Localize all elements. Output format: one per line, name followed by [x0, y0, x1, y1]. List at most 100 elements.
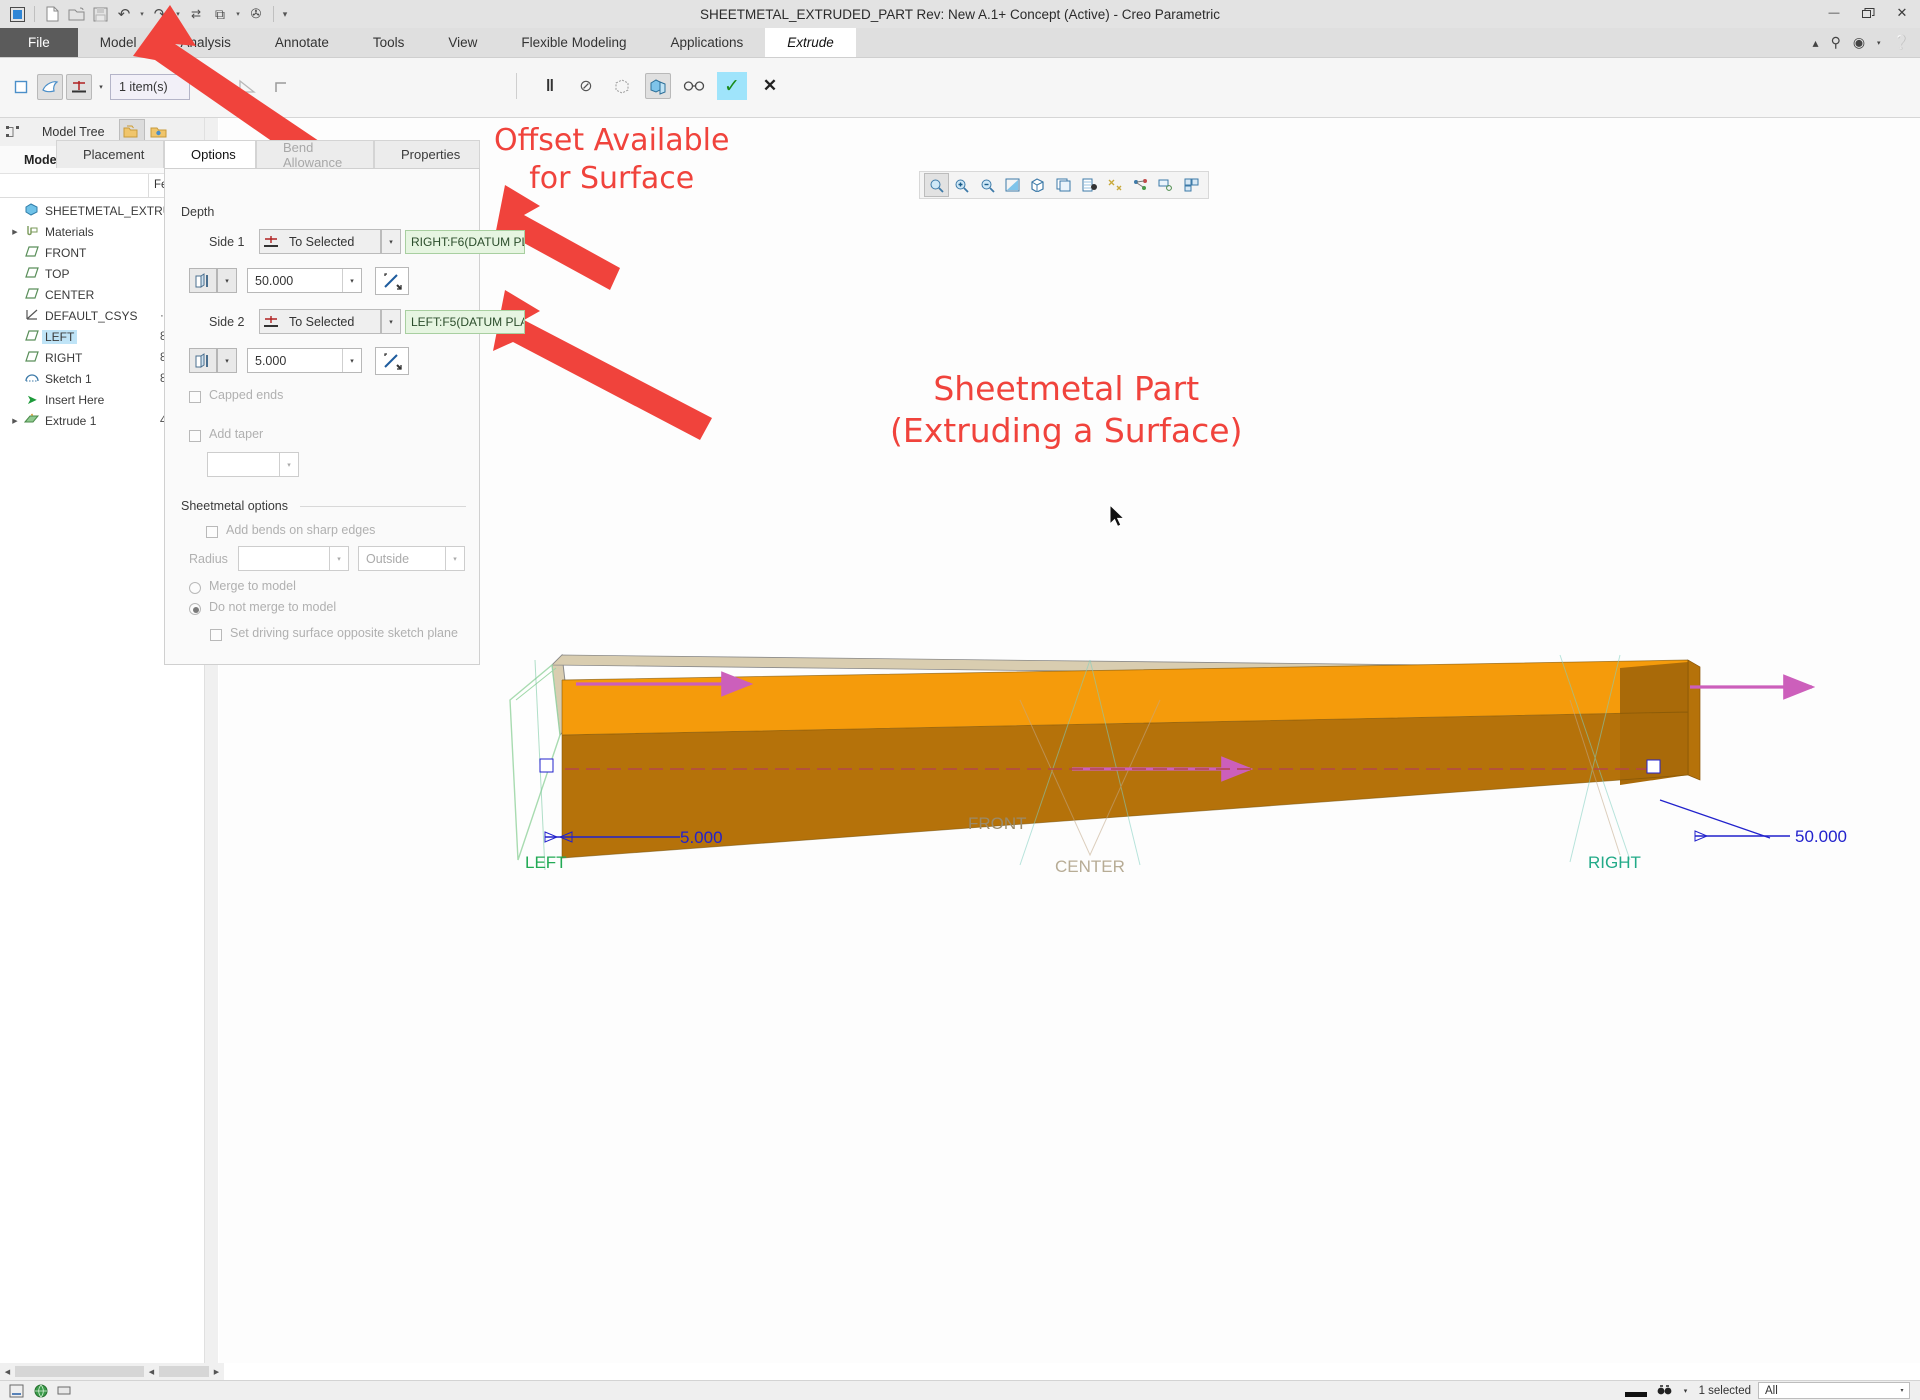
graphics-toolbar[interactable]: [919, 171, 1209, 199]
chevron-down-icon[interactable]: ▾: [342, 349, 361, 372]
save-icon[interactable]: [89, 3, 111, 25]
chevron-down-icon[interactable]: ▾: [382, 230, 400, 253]
annotation-display-icon[interactable]: [1128, 173, 1153, 197]
merge-to-model-radio[interactable]: [189, 582, 201, 594]
status-left-group[interactable]: [0, 1382, 73, 1399]
depth-caret-icon[interactable]: ▾: [95, 83, 107, 91]
side2-flip-button[interactable]: [375, 347, 409, 375]
ribbon-tab-annotate[interactable]: Annotate: [253, 28, 351, 57]
side1-depth-value-combo[interactable]: 50.000 ▾: [247, 268, 362, 293]
side1-depth-mode-caret[interactable]: ▾: [381, 229, 401, 254]
tree-secondary-scrollbar[interactable]: ◀ ▶: [144, 1363, 224, 1380]
side2-depth-mode-caret[interactable]: ▾: [381, 309, 401, 334]
chevron-down-icon[interactable]: ▾: [342, 269, 361, 292]
ribbon-tab-strip[interactable]: File Model Analysis Annotate Tools View …: [0, 28, 1920, 58]
chevron-down-icon[interactable]: ▾: [279, 453, 298, 476]
side1-offset-button[interactable]: [189, 268, 217, 293]
window-caret-icon[interactable]: ▾: [233, 10, 243, 18]
tree-twisty-expand[interactable]: ▶: [8, 228, 22, 236]
help-icon[interactable]: ❔: [1893, 34, 1910, 51]
regenerate-icon[interactable]: ⇄: [185, 3, 207, 25]
globe-icon[interactable]: [32, 1382, 49, 1399]
tab-options[interactable]: Options: [164, 140, 256, 168]
pause-button[interactable]: ‖: [537, 73, 563, 99]
chevron-down-icon[interactable]: ▾: [225, 277, 229, 285]
selection-filter-combo[interactable]: All ▾: [1758, 1382, 1910, 1399]
refit-icon[interactable]: [924, 173, 949, 197]
side1-offset-caret[interactable]: ▾: [217, 268, 237, 293]
set-driving-surface-checkbox[interactable]: [210, 629, 222, 641]
side2-reference-box[interactable]: LEFT:F5(DATUM PLANE): [405, 310, 525, 334]
side1-depth-mode-combo[interactable]: To Selected: [259, 229, 381, 254]
scroll-track-2[interactable]: [159, 1366, 209, 1377]
ribbon-tab-file[interactable]: File: [0, 28, 78, 57]
help-center-icon[interactable]: ◉: [1853, 34, 1865, 51]
undo-icon[interactable]: ↶: [113, 3, 135, 25]
close-window-icon[interactable]: ✇: [245, 3, 267, 25]
thicken-sketch-button[interactable]: [268, 74, 294, 100]
side2-offset-caret[interactable]: ▾: [217, 348, 237, 373]
preview-feature-button[interactable]: [645, 73, 671, 99]
radius-value-combo[interactable]: ▾: [238, 546, 349, 571]
redo-caret-icon[interactable]: ▾: [173, 10, 183, 18]
open-icon[interactable]: [65, 3, 87, 25]
tree-twisty-expand[interactable]: ▶: [8, 417, 22, 425]
side1-flip-button[interactable]: [375, 267, 409, 295]
scroll-right-icon-2[interactable]: ▶: [209, 1364, 224, 1379]
search-caret-icon[interactable]: ▾: [1680, 1382, 1692, 1399]
surface-type-button[interactable]: [37, 74, 63, 100]
glasses-preview-button[interactable]: [681, 73, 707, 99]
radius-side-combo[interactable]: Outside ▾: [358, 546, 465, 571]
side2-depth-mode-combo[interactable]: To Selected: [259, 309, 381, 334]
ribbon-collapse-icon[interactable]: ▴: [1813, 36, 1819, 50]
datum-display-icon[interactable]: [1103, 173, 1128, 197]
search-icon[interactable]: [1656, 1382, 1673, 1399]
taper-value-combo[interactable]: ▾: [207, 452, 299, 477]
reference-field[interactable]: 1 item(s): [110, 74, 190, 100]
do-not-merge-radio[interactable]: [189, 603, 201, 615]
accept-button[interactable]: ✓: [717, 72, 747, 100]
qat-overflow-icon[interactable]: ▾: [280, 9, 290, 20]
depth-to-selected-button[interactable]: [66, 74, 92, 100]
chevron-down-icon[interactable]: ▾: [329, 547, 348, 570]
redo-icon[interactable]: ↷: [149, 3, 171, 25]
repaint-icon[interactable]: [1001, 173, 1026, 197]
tab-bend-allowance[interactable]: Bend Allowance: [256, 140, 374, 170]
ribbon-help-group[interactable]: ▴ ⚲ ◉ ▾ ❔: [1813, 28, 1920, 57]
chevron-down-icon[interactable]: ▾: [445, 547, 464, 570]
new-icon[interactable]: [41, 3, 63, 25]
remove-material-button[interactable]: [234, 74, 260, 100]
solid-type-button[interactable]: [8, 74, 34, 100]
window-controls[interactable]: — ✕: [1824, 3, 1912, 23]
model-status-icon[interactable]: [8, 1382, 25, 1399]
capped-ends-checkbox[interactable]: [189, 391, 201, 403]
minimize-button[interactable]: —: [1824, 3, 1844, 23]
ribbon-tab-view[interactable]: View: [426, 28, 499, 57]
undo-caret-icon[interactable]: ▾: [137, 10, 147, 18]
spin-center-icon[interactable]: [1154, 173, 1179, 197]
scroll-left-icon[interactable]: ◀: [0, 1364, 15, 1379]
add-bends-checkbox[interactable]: [206, 526, 218, 538]
ribbon-tab-tools[interactable]: Tools: [351, 28, 427, 57]
saved-orientations-icon[interactable]: [1052, 173, 1077, 197]
side2-depth-value-combo[interactable]: 5.000 ▾: [247, 348, 362, 373]
quick-access-toolbar[interactable]: ↶ ▾ ↷ ▾ ⇄ ⧉ ▾ ✇ ▾: [0, 3, 290, 25]
help-caret-icon[interactable]: ▾: [1877, 39, 1881, 47]
restore-button[interactable]: [1858, 3, 1878, 23]
side2-offset-button[interactable]: [189, 348, 217, 373]
side1-reference-box[interactable]: RIGHT:F6(DATUM PLANE): [405, 230, 525, 254]
tab-properties[interactable]: Properties: [374, 140, 480, 168]
ribbon-tab-flexible-modeling[interactable]: Flexible Modeling: [499, 28, 648, 57]
add-taper-checkbox[interactable]: [189, 430, 201, 442]
window-switch-icon[interactable]: ⧉: [209, 3, 231, 25]
options-tab-strip[interactable]: Placement Options Bend Allowance Propert…: [56, 140, 480, 170]
ribbon-tab-applications[interactable]: Applications: [648, 28, 765, 57]
zoom-in-icon[interactable]: [950, 173, 975, 197]
ribbon-tab-model[interactable]: Model: [78, 28, 159, 57]
scene-icon[interactable]: [1077, 173, 1102, 197]
resume-button[interactable]: ⊘: [573, 73, 599, 99]
chevron-down-icon[interactable]: ▾: [225, 357, 229, 365]
display-style-status-icon[interactable]: [1615, 1382, 1649, 1399]
ribbon-tab-extrude[interactable]: Extrude: [765, 28, 856, 57]
layer-icon[interactable]: [56, 1382, 73, 1399]
